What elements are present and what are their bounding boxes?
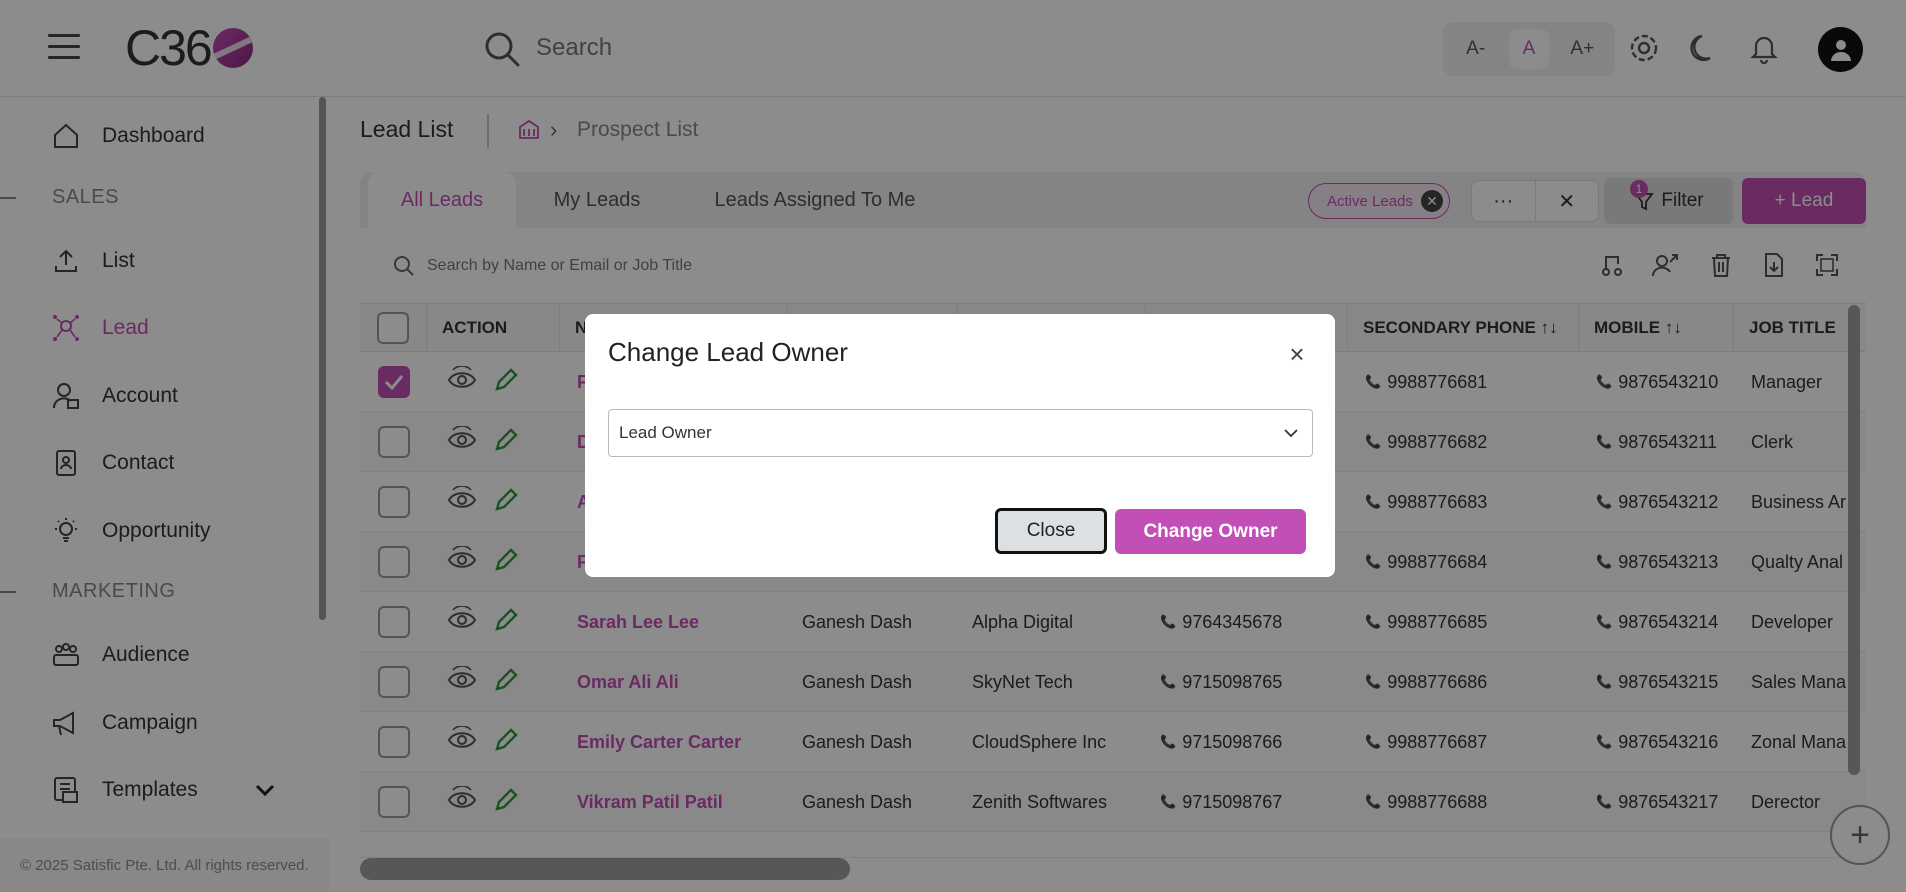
select-value: Lead Owner bbox=[619, 423, 712, 442]
close-button[interactable]: Close bbox=[995, 508, 1107, 554]
chevron-down-icon bbox=[1284, 429, 1298, 438]
close-icon[interactable]: × bbox=[1284, 339, 1310, 369]
lead-owner-select[interactable]: Lead Owner bbox=[608, 409, 1313, 457]
modal-title: Change Lead Owner bbox=[608, 337, 848, 367]
change-owner-button[interactable]: Change Owner bbox=[1115, 509, 1306, 554]
